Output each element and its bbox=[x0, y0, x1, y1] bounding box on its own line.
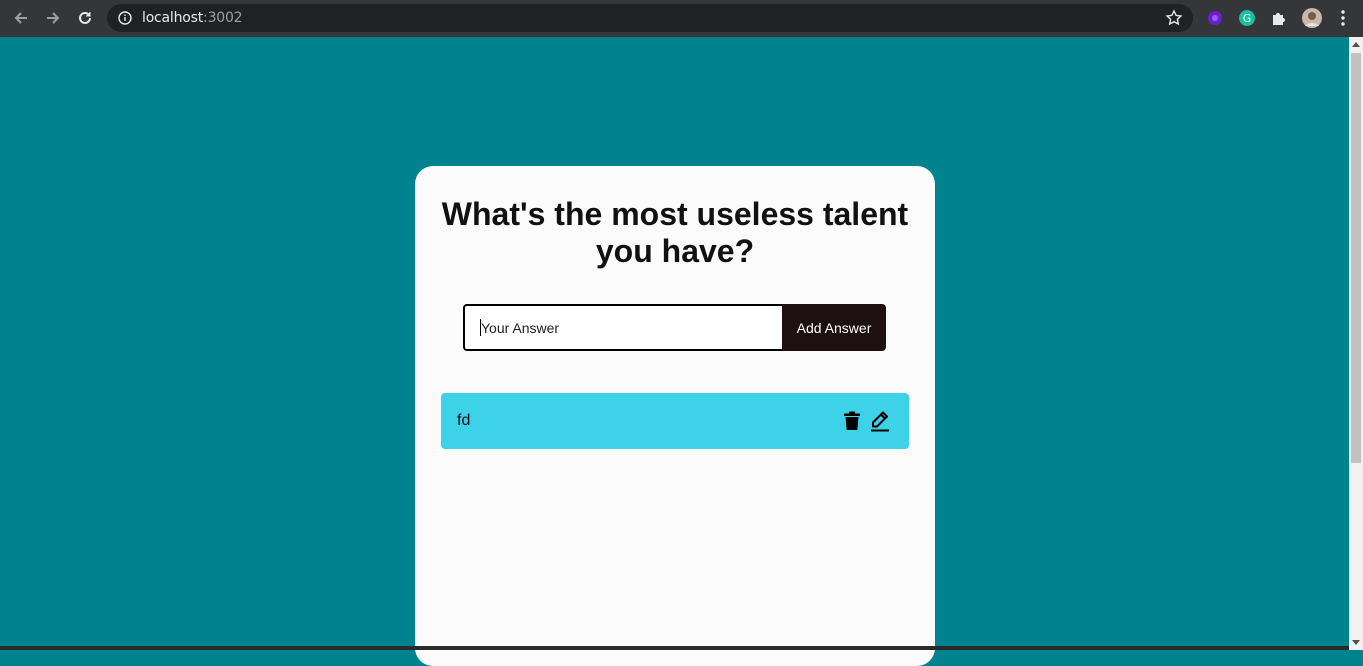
forward-button[interactable] bbox=[41, 6, 65, 30]
arrow-right-icon bbox=[47, 12, 60, 24]
question-title: What's the most useless talent you have? bbox=[441, 196, 909, 269]
page-scrollbar[interactable] bbox=[1349, 37, 1363, 650]
back-button[interactable] bbox=[9, 6, 33, 30]
edit-icon bbox=[871, 411, 889, 432]
taskbar-strip bbox=[0, 646, 1349, 650]
edit-answer-button[interactable] bbox=[869, 409, 891, 433]
reload-icon bbox=[79, 11, 91, 24]
svg-text:G: G bbox=[1243, 12, 1252, 25]
info-icon[interactable] bbox=[118, 11, 132, 25]
address-bar[interactable]: localhost:3002 bbox=[107, 4, 1193, 32]
purple-extension-icon[interactable] bbox=[1205, 8, 1225, 28]
url-host: localhost bbox=[142, 10, 204, 26]
browser-toolbar: localhost:3002 G bbox=[0, 0, 1363, 37]
question-card: What's the most useless talent you have?… bbox=[415, 166, 935, 666]
trash-icon bbox=[844, 411, 860, 430]
delete-answer-button[interactable] bbox=[841, 409, 863, 433]
answer-text: fd bbox=[457, 412, 471, 429]
url-text: localhost:3002 bbox=[142, 10, 243, 26]
star-icon[interactable] bbox=[1165, 9, 1183, 27]
reload-button[interactable] bbox=[73, 6, 97, 30]
add-answer-button[interactable]: Add Answer bbox=[782, 304, 886, 351]
scroll-thumb[interactable] bbox=[1351, 53, 1361, 463]
url-port: :3002 bbox=[203, 10, 243, 26]
scroll-down-arrow-icon[interactable] bbox=[1352, 640, 1360, 645]
answer-input[interactable] bbox=[463, 304, 782, 351]
kebab-menu-icon[interactable] bbox=[1334, 8, 1352, 28]
puzzle-icon[interactable] bbox=[1269, 8, 1289, 28]
answer-list-item: fd bbox=[441, 393, 909, 449]
grammarly-icon[interactable]: G bbox=[1237, 8, 1257, 28]
scroll-up-arrow-icon[interactable] bbox=[1352, 42, 1360, 47]
text-caret bbox=[480, 319, 481, 336]
arrow-left-icon bbox=[14, 12, 27, 24]
profile-avatar[interactable] bbox=[1301, 7, 1323, 29]
